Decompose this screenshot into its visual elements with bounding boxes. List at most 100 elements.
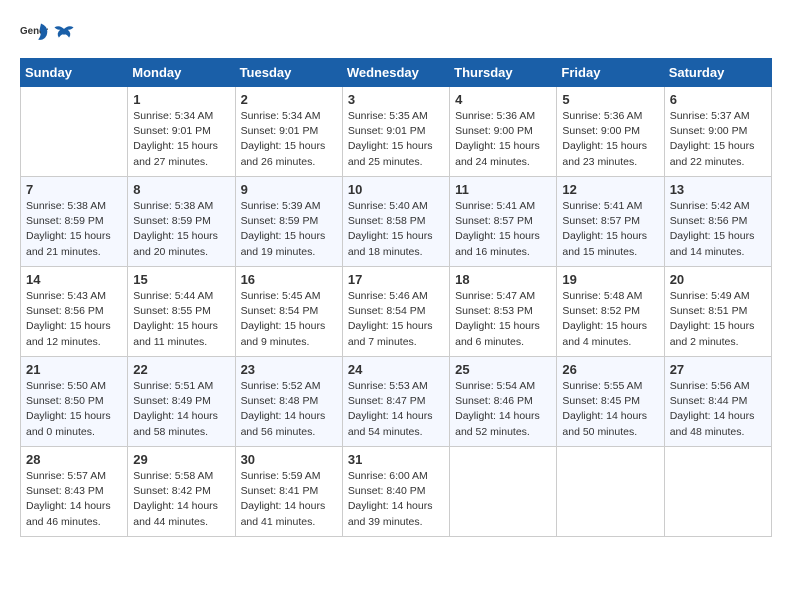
day-number: 28 bbox=[26, 452, 122, 467]
page-header: General bbox=[20, 20, 772, 48]
calendar-cell: 8 Sunrise: 5:38 AMSunset: 8:59 PMDaylight… bbox=[128, 177, 235, 267]
col-header-saturday: Saturday bbox=[664, 59, 771, 87]
day-number: 9 bbox=[241, 182, 337, 197]
day-info: Sunrise: 5:58 AMSunset: 8:42 PMDaylight:… bbox=[133, 469, 229, 530]
day-info: Sunrise: 5:41 AMSunset: 8:57 PMDaylight:… bbox=[562, 199, 658, 260]
day-number: 17 bbox=[348, 272, 444, 287]
calendar-cell: 3 Sunrise: 5:35 AMSunset: 9:01 PMDaylight… bbox=[342, 87, 449, 177]
calendar-cell: 27 Sunrise: 5:56 AMSunset: 8:44 PMDayligh… bbox=[664, 357, 771, 447]
day-number: 10 bbox=[348, 182, 444, 197]
day-number: 5 bbox=[562, 92, 658, 107]
calendar-cell: 14Sunrise: 5:43 AMSunset: 8:56 PMDayligh… bbox=[21, 267, 128, 357]
day-info: Sunrise: 5:36 AMSunset: 9:00 PMDaylight:… bbox=[455, 109, 551, 170]
day-info: Sunrise: 5:34 AMSunset: 9:01 PMDaylight:… bbox=[133, 109, 229, 170]
day-info: Sunrise: 5:42 AMSunset: 8:56 PMDaylight:… bbox=[670, 199, 766, 260]
calendar-cell: 6 Sunrise: 5:37 AMSunset: 9:00 PMDaylight… bbox=[664, 87, 771, 177]
calendar-cell: 30 Sunrise: 5:59 AMSunset: 8:41 PMDayligh… bbox=[235, 447, 342, 537]
col-header-wednesday: Wednesday bbox=[342, 59, 449, 87]
calendar-cell: 25Sunrise: 5:54 AMSunset: 8:46 PMDayligh… bbox=[450, 357, 557, 447]
calendar-cell: 1Sunrise: 5:34 AMSunset: 9:01 PMDaylight… bbox=[128, 87, 235, 177]
calendar-cell bbox=[664, 447, 771, 537]
col-header-sunday: Sunday bbox=[21, 59, 128, 87]
day-number: 18 bbox=[455, 272, 551, 287]
calendar-cell: 31 Sunrise: 6:00 AMSunset: 8:40 PMDayligh… bbox=[342, 447, 449, 537]
calendar-cell: 19Sunrise: 5:48 AMSunset: 8:52 PMDayligh… bbox=[557, 267, 664, 357]
calendar-cell: 17Sunrise: 5:46 AMSunset: 8:54 PMDayligh… bbox=[342, 267, 449, 357]
col-header-tuesday: Tuesday bbox=[235, 59, 342, 87]
day-number: 4 bbox=[455, 92, 551, 107]
calendar-cell: 29 Sunrise: 5:58 AMSunset: 8:42 PMDayligh… bbox=[128, 447, 235, 537]
day-number: 16 bbox=[241, 272, 337, 287]
day-number: 3 bbox=[348, 92, 444, 107]
day-info: Sunrise: 5:41 AMSunset: 8:57 PMDaylight:… bbox=[455, 199, 551, 260]
calendar-cell: 20 Sunrise: 5:49 AMSunset: 8:51 PMDayligh… bbox=[664, 267, 771, 357]
day-number: 30 bbox=[241, 452, 337, 467]
day-info: Sunrise: 5:38 AMSunset: 8:59 PMDaylight:… bbox=[133, 199, 229, 260]
day-number: 6 bbox=[670, 92, 766, 107]
day-info: Sunrise: 5:36 AMSunset: 9:00 PMDaylight:… bbox=[562, 109, 658, 170]
day-number: 20 bbox=[670, 272, 766, 287]
day-info: Sunrise: 5:50 AMSunset: 8:50 PMDaylight:… bbox=[26, 379, 122, 440]
calendar-cell: 16 Sunrise: 5:45 AMSunset: 8:54 PMDayligh… bbox=[235, 267, 342, 357]
day-number: 2 bbox=[241, 92, 337, 107]
calendar-cell: 13 Sunrise: 5:42 AMSunset: 8:56 PMDayligh… bbox=[664, 177, 771, 267]
calendar-week-row: 7 Sunrise: 5:38 AMSunset: 8:59 PMDaylight… bbox=[21, 177, 772, 267]
calendar-cell: 9Sunrise: 5:39 AMSunset: 8:59 PMDaylight… bbox=[235, 177, 342, 267]
day-info: Sunrise: 5:49 AMSunset: 8:51 PMDaylight:… bbox=[670, 289, 766, 350]
calendar-cell: 24 Sunrise: 5:53 AMSunset: 8:47 PMDayligh… bbox=[342, 357, 449, 447]
logo-bird-icon bbox=[53, 23, 75, 45]
day-info: Sunrise: 5:35 AMSunset: 9:01 PMDaylight:… bbox=[348, 109, 444, 170]
col-header-friday: Friday bbox=[557, 59, 664, 87]
day-info: Sunrise: 5:44 AMSunset: 8:55 PMDaylight:… bbox=[133, 289, 229, 350]
calendar-cell: 5 Sunrise: 5:36 AMSunset: 9:00 PMDaylight… bbox=[557, 87, 664, 177]
day-number: 31 bbox=[348, 452, 444, 467]
day-number: 8 bbox=[133, 182, 229, 197]
logo: General bbox=[20, 20, 76, 48]
day-info: Sunrise: 5:34 AMSunset: 9:01 PMDaylight:… bbox=[241, 109, 337, 170]
day-info: Sunrise: 5:45 AMSunset: 8:54 PMDaylight:… bbox=[241, 289, 337, 350]
calendar-cell: 15Sunrise: 5:44 AMSunset: 8:55 PMDayligh… bbox=[128, 267, 235, 357]
day-info: Sunrise: 5:55 AMSunset: 8:45 PMDaylight:… bbox=[562, 379, 658, 440]
logo-icon: General bbox=[20, 20, 48, 48]
calendar-week-row: 1Sunrise: 5:34 AMSunset: 9:01 PMDaylight… bbox=[21, 87, 772, 177]
day-number: 12 bbox=[562, 182, 658, 197]
day-number: 21 bbox=[26, 362, 122, 377]
calendar-week-row: 14Sunrise: 5:43 AMSunset: 8:56 PMDayligh… bbox=[21, 267, 772, 357]
day-info: Sunrise: 5:38 AMSunset: 8:59 PMDaylight:… bbox=[26, 199, 122, 260]
day-number: 26 bbox=[562, 362, 658, 377]
calendar-cell bbox=[450, 447, 557, 537]
calendar-cell: 7 Sunrise: 5:38 AMSunset: 8:59 PMDaylight… bbox=[21, 177, 128, 267]
day-info: Sunrise: 5:56 AMSunset: 8:44 PMDaylight:… bbox=[670, 379, 766, 440]
day-info: Sunrise: 5:47 AMSunset: 8:53 PMDaylight:… bbox=[455, 289, 551, 350]
calendar-cell: 4 Sunrise: 5:36 AMSunset: 9:00 PMDaylight… bbox=[450, 87, 557, 177]
calendar-cell: 10 Sunrise: 5:40 AMSunset: 8:58 PMDayligh… bbox=[342, 177, 449, 267]
col-header-monday: Monday bbox=[128, 59, 235, 87]
day-info: Sunrise: 5:59 AMSunset: 8:41 PMDaylight:… bbox=[241, 469, 337, 530]
day-number: 7 bbox=[26, 182, 122, 197]
calendar-cell: 23Sunrise: 5:52 AMSunset: 8:48 PMDayligh… bbox=[235, 357, 342, 447]
day-info: Sunrise: 5:43 AMSunset: 8:56 PMDaylight:… bbox=[26, 289, 122, 350]
day-number: 27 bbox=[670, 362, 766, 377]
day-number: 24 bbox=[348, 362, 444, 377]
day-number: 13 bbox=[670, 182, 766, 197]
calendar-week-row: 28Sunrise: 5:57 AMSunset: 8:43 PMDayligh… bbox=[21, 447, 772, 537]
calendar-cell: 22 Sunrise: 5:51 AMSunset: 8:49 PMDayligh… bbox=[128, 357, 235, 447]
day-number: 25 bbox=[455, 362, 551, 377]
day-number: 29 bbox=[133, 452, 229, 467]
calendar-cell bbox=[21, 87, 128, 177]
day-info: Sunrise: 5:51 AMSunset: 8:49 PMDaylight:… bbox=[133, 379, 229, 440]
calendar-header-row: SundayMondayTuesdayWednesdayThursdayFrid… bbox=[21, 59, 772, 87]
calendar-cell: 18 Sunrise: 5:47 AMSunset: 8:53 PMDayligh… bbox=[450, 267, 557, 357]
day-number: 23 bbox=[241, 362, 337, 377]
day-number: 22 bbox=[133, 362, 229, 377]
col-header-thursday: Thursday bbox=[450, 59, 557, 87]
day-number: 11 bbox=[455, 182, 551, 197]
day-info: Sunrise: 5:37 AMSunset: 9:00 PMDaylight:… bbox=[670, 109, 766, 170]
day-info: Sunrise: 5:53 AMSunset: 8:47 PMDaylight:… bbox=[348, 379, 444, 440]
day-info: Sunrise: 6:00 AMSunset: 8:40 PMDaylight:… bbox=[348, 469, 444, 530]
calendar-cell: 26 Sunrise: 5:55 AMSunset: 8:45 PMDayligh… bbox=[557, 357, 664, 447]
day-info: Sunrise: 5:40 AMSunset: 8:58 PMDaylight:… bbox=[348, 199, 444, 260]
day-info: Sunrise: 5:48 AMSunset: 8:52 PMDaylight:… bbox=[562, 289, 658, 350]
calendar-cell: 21 Sunrise: 5:50 AMSunset: 8:50 PMDayligh… bbox=[21, 357, 128, 447]
calendar-cell: 12 Sunrise: 5:41 AMSunset: 8:57 PMDayligh… bbox=[557, 177, 664, 267]
